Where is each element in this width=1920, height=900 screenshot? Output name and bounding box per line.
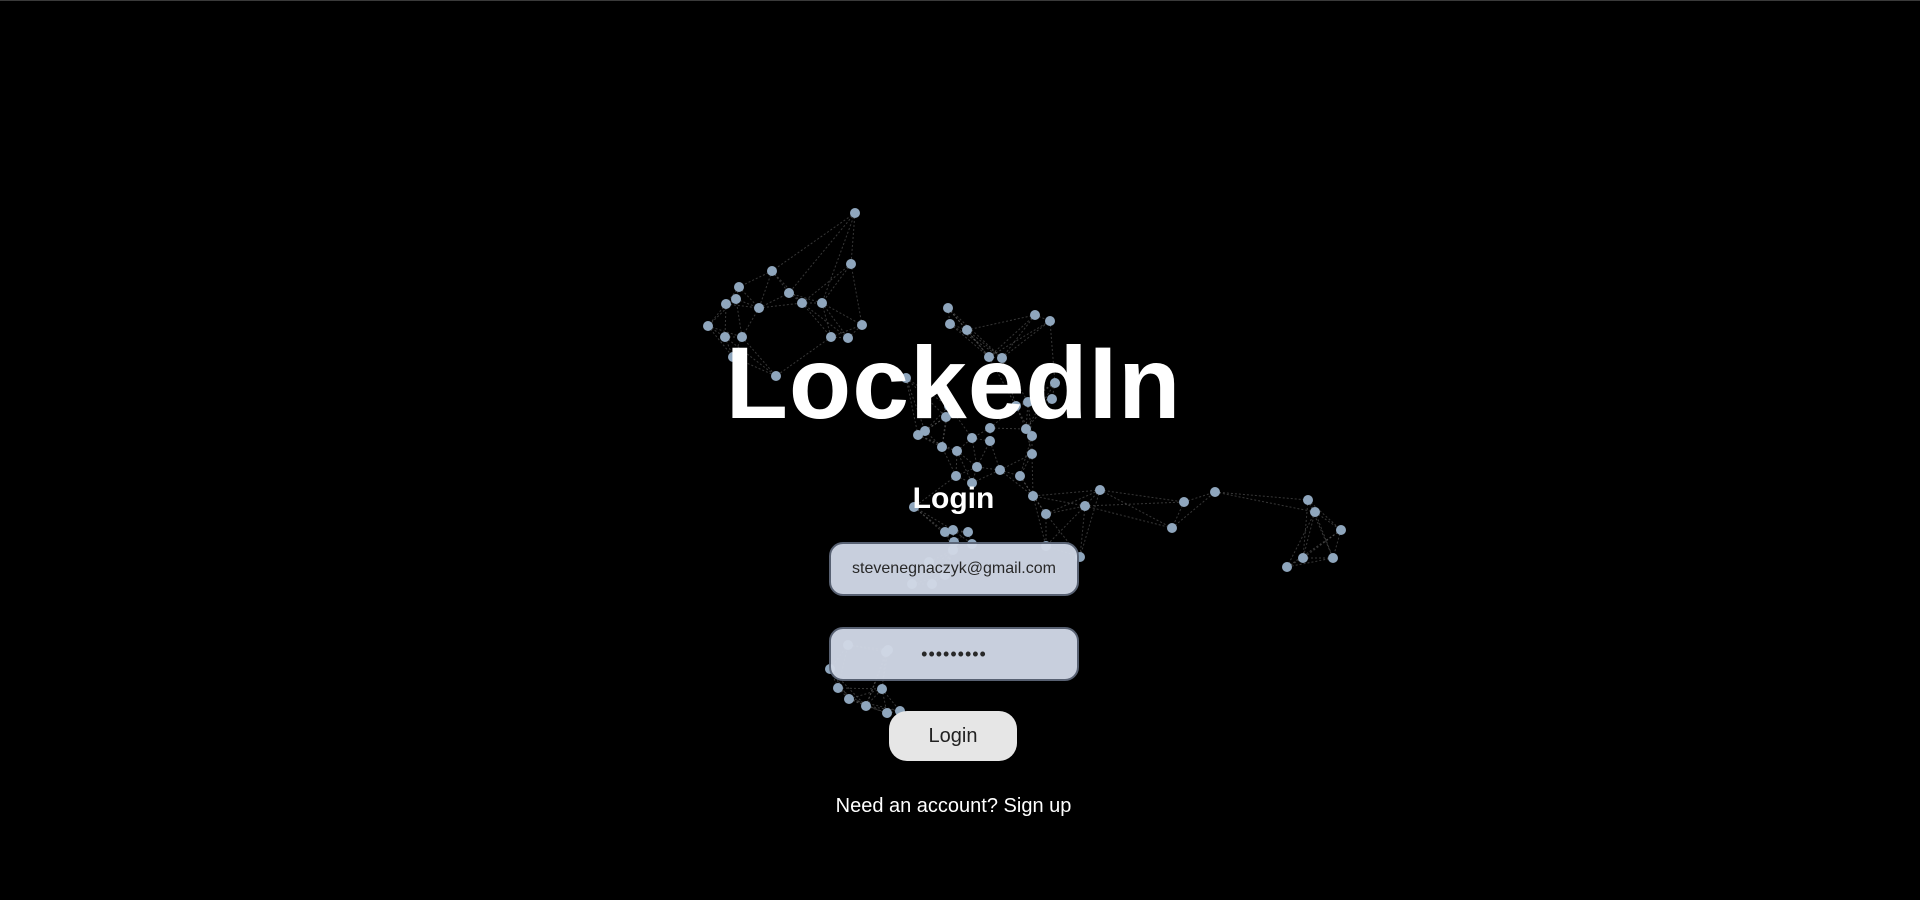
login-panel: LockedIn Login Login Need an account? Si… (0, 1, 1920, 900)
app-title: LockedIn (725, 326, 1182, 440)
signup-link[interactable]: Sign up (1004, 795, 1072, 817)
login-heading: Login (912, 482, 995, 515)
login-button[interactable]: Login (889, 711, 1017, 761)
signup-prompt-text: Need an account? (835, 795, 998, 817)
signup-prompt-line: Need an account? Sign up (0, 794, 1907, 818)
email-field[interactable] (829, 542, 1079, 596)
login-page: LockedIn Login Login Need an account? Si… (0, 0, 1920, 900)
password-field[interactable] (829, 627, 1079, 681)
